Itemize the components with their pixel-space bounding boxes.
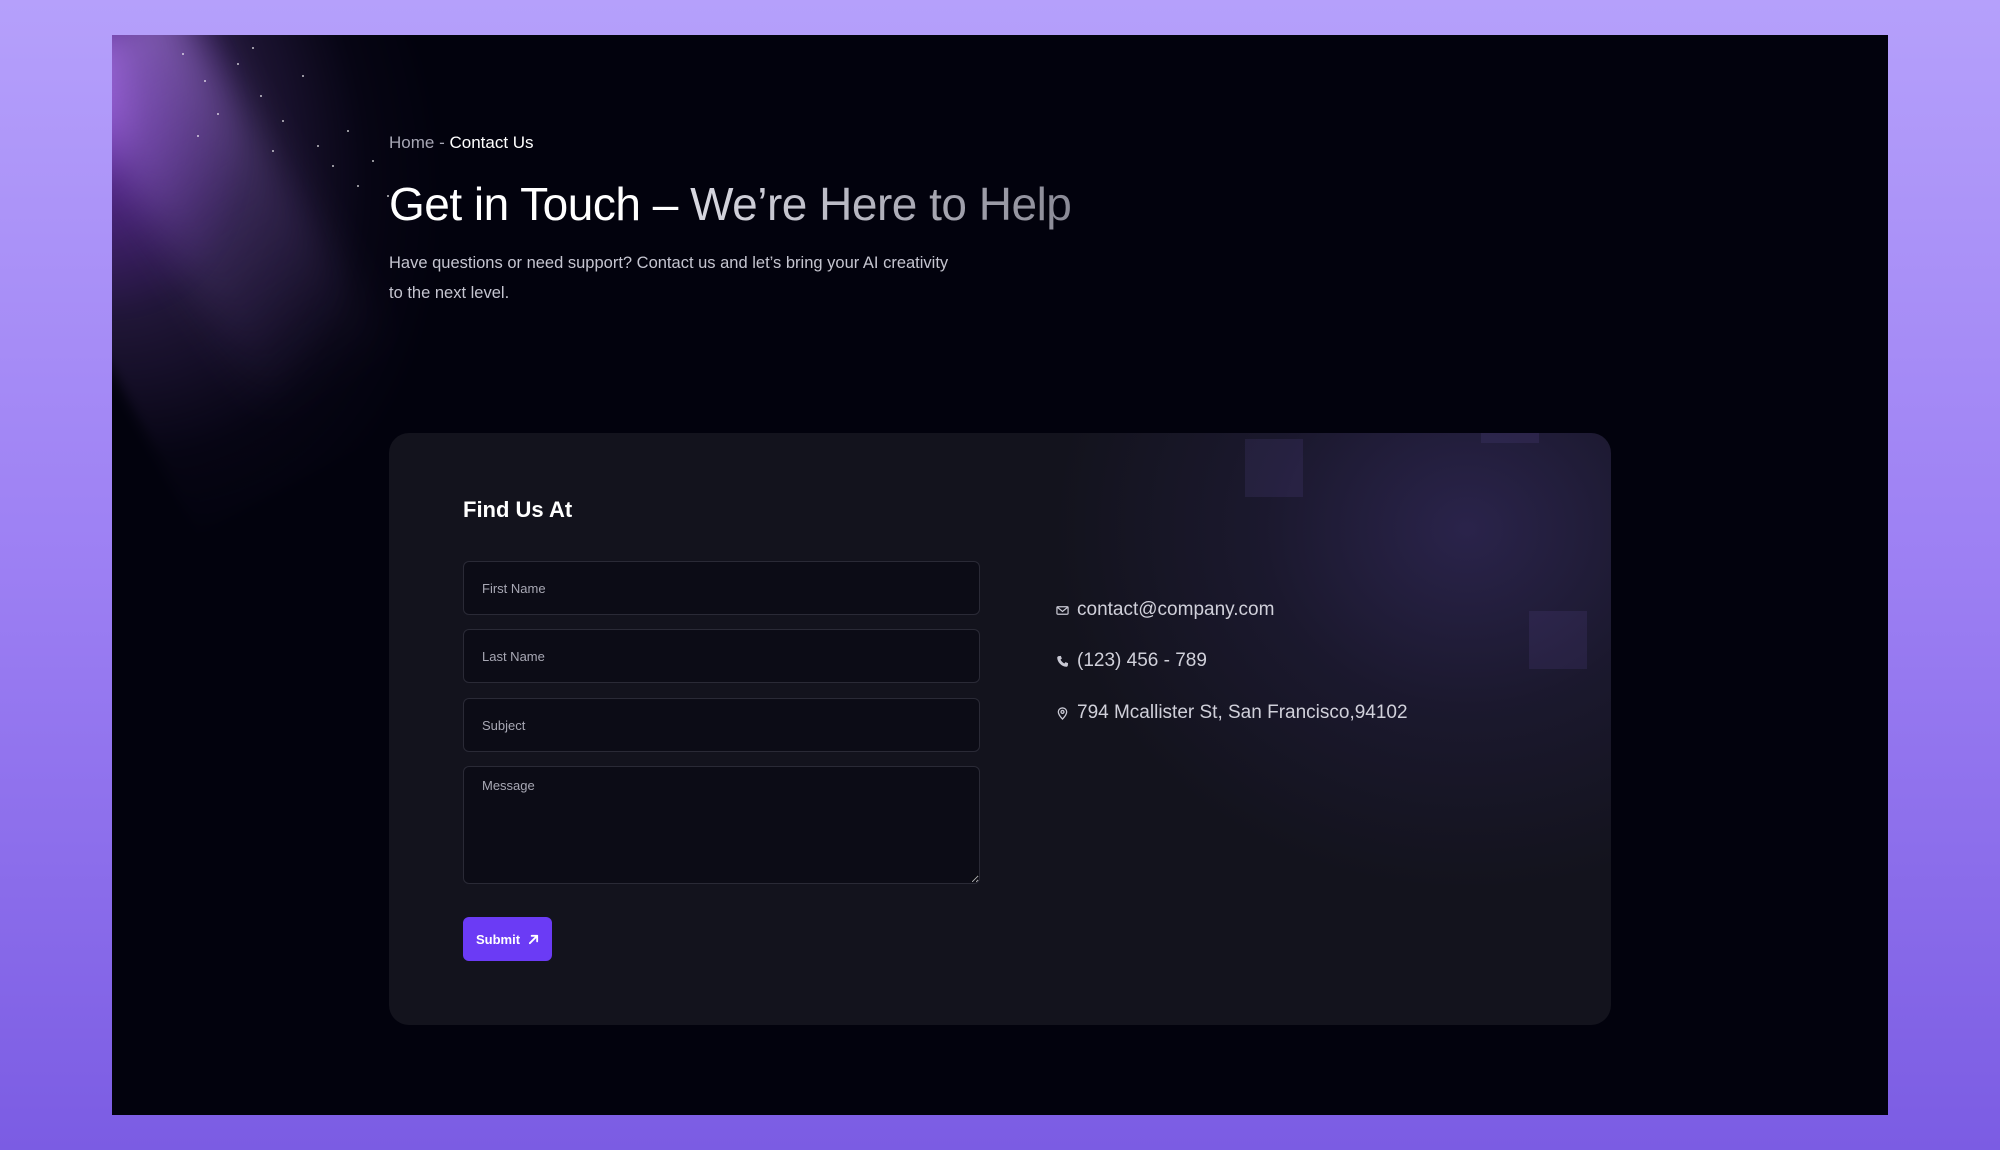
submit-button-label: Submit xyxy=(475,931,521,947)
contact-phone: (123) 456 - 789 xyxy=(1077,650,1207,671)
breadcrumb-separator: - xyxy=(434,133,450,152)
last-name-input[interactable] xyxy=(463,629,980,683)
page-title: Get in Touch – We’re Here to Help xyxy=(389,177,1072,231)
phone-icon xyxy=(1057,655,1069,667)
contact-phone-item[interactable]: (123) 456 - 789 xyxy=(1056,650,1207,672)
message-textarea[interactable] xyxy=(463,766,980,884)
card-decorative-square xyxy=(1245,439,1303,497)
breadcrumb-home-link[interactable]: Home xyxy=(389,133,434,152)
submit-button[interactable]: Submit xyxy=(463,917,552,961)
contact-address-item[interactable]: 794 Mcallister St, San Francisco,94102 xyxy=(1056,702,1408,724)
contact-email-item[interactable]: contact@company.com xyxy=(1056,599,1274,621)
mail-icon xyxy=(1056,605,1069,615)
contact-card: Find Us At Submit contact@company.com (1… xyxy=(389,433,1611,1025)
page-frame: Home - Contact Us Get in Touch – We’re H… xyxy=(112,35,1888,1115)
page-title-part1: Get in Touch – xyxy=(389,178,691,230)
map-pin-icon xyxy=(1057,706,1068,720)
find-us-title: Find Us At xyxy=(463,497,573,522)
page-title-part2: We’re Here to Help xyxy=(690,178,1072,230)
subject-input[interactable] xyxy=(463,698,980,752)
page-subtitle: Have questions or need support? Contact … xyxy=(389,254,949,302)
breadcrumb: Home - Contact Us xyxy=(389,133,534,153)
card-decorative-square xyxy=(1529,611,1587,669)
contact-address: 794 Mcallister St, San Francisco,94102 xyxy=(1077,702,1408,723)
breadcrumb-current: Contact Us xyxy=(449,133,534,152)
card-decorative-square xyxy=(1481,433,1539,443)
first-name-input[interactable] xyxy=(463,561,980,615)
contact-email: contact@company.com xyxy=(1077,599,1275,620)
arrow-up-right-icon xyxy=(528,934,539,944)
